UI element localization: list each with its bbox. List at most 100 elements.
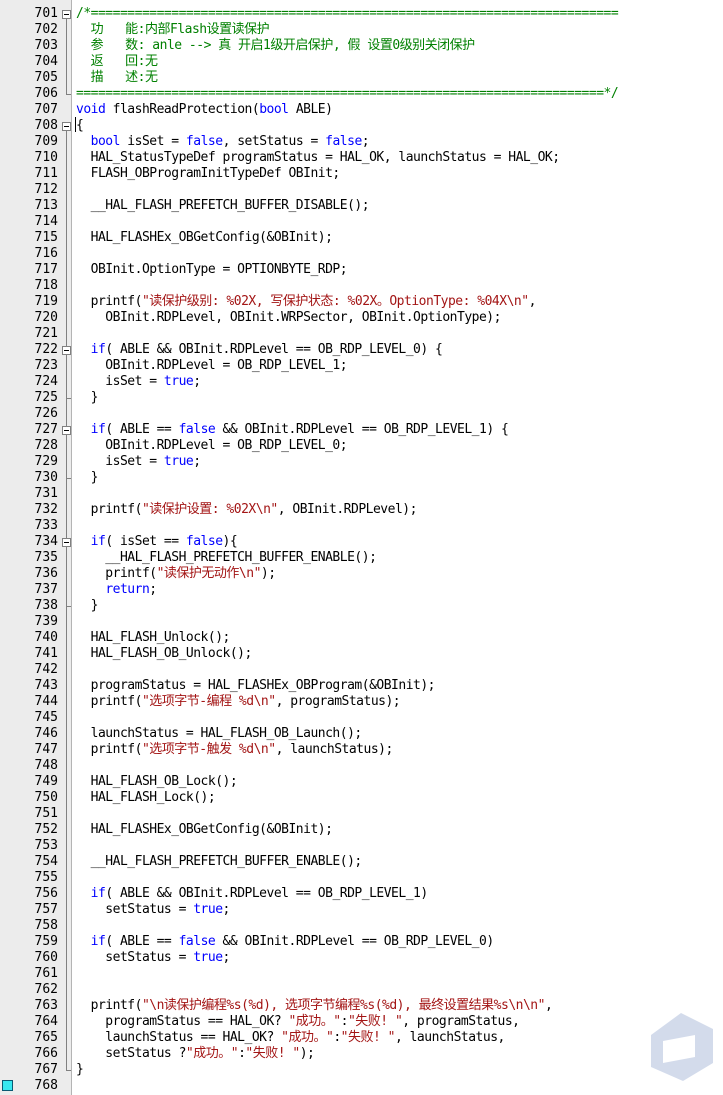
line-number: 733 xyxy=(34,518,58,533)
code-line[interactable]: printf("选项字节-编程 %d\n", programStatus); xyxy=(76,694,401,710)
code-token: ); xyxy=(260,566,276,581)
code-line[interactable]: __HAL_FLASH_PREFETCH_BUFFER_DISABLE(); xyxy=(76,198,370,214)
code-line[interactable]: setStatus = true; xyxy=(76,950,230,966)
code-line[interactable]: printf("读保护设置: %02X\n", OBInit.RDPLevel)… xyxy=(76,502,418,518)
fold-guide-line xyxy=(66,355,67,398)
code-line[interactable]: return; xyxy=(76,582,157,598)
code-line[interactable]: 功 能:内部Flash设置读保护 xyxy=(76,22,270,38)
code-line[interactable]: HAL_StatusTypeDef programStatus = HAL_OK… xyxy=(76,150,560,166)
comment-token: /*======================================… xyxy=(76,6,619,21)
code-line[interactable]: if( ABLE && OBInit.RDPLevel == OB_RDP_LE… xyxy=(76,886,429,902)
line-number: 727 xyxy=(34,422,58,437)
code-line[interactable]: { xyxy=(76,118,84,134)
code-line[interactable]: 返 回:无 xyxy=(76,54,158,70)
line-number: 714 xyxy=(34,214,58,229)
code-token: programStatus = HAL_FLASHEx_OBProgram(&O… xyxy=(76,678,436,693)
code-line[interactable]: } xyxy=(76,390,99,406)
code-line[interactable]: printf("读保护无动作\n"); xyxy=(76,566,276,582)
line-number: 716 xyxy=(34,246,58,261)
fold-toggle-icon[interactable] xyxy=(62,122,71,131)
code-line[interactable]: HAL_FLASH_Unlock(); xyxy=(76,630,231,646)
line-number: 738 xyxy=(34,598,58,613)
code-token: && OBInit.RDPLevel == OB_RDP_LEVEL_1) { xyxy=(215,422,509,437)
code-line[interactable]: void flashReadProtection(bool ABLE) xyxy=(76,102,333,118)
keyword-token: true xyxy=(163,374,194,389)
code-line[interactable]: launchStatus == HAL_OK? "成功。":"失败! ", la… xyxy=(76,1030,505,1046)
code-line[interactable]: ========================================… xyxy=(76,86,619,102)
fold-toggle-icon[interactable] xyxy=(62,538,71,547)
code-line[interactable]: } xyxy=(76,470,99,486)
code-line[interactable]: launchStatus = HAL_FLASH_OB_Launch(); xyxy=(76,726,363,742)
line-number: 723 xyxy=(34,358,58,373)
fold-toggle-icon[interactable] xyxy=(62,10,71,19)
string-token: "读保护无动作\n" xyxy=(156,566,262,581)
bookmark-marker-icon[interactable] xyxy=(2,1080,13,1091)
code-line[interactable]: } xyxy=(76,1062,84,1078)
code-line[interactable]: programStatus = HAL_FLASHEx_OBProgram(&O… xyxy=(76,678,436,694)
code-line[interactable]: OBInit.OptionType = OPTIONBYTE_RDP; xyxy=(76,262,348,278)
string-token: "失败! " xyxy=(340,1030,396,1045)
keyword-token: void xyxy=(76,102,106,117)
code-line[interactable]: 描 述:无 xyxy=(76,70,158,86)
keyword-token: true xyxy=(193,902,223,917)
code-token: HAL_FLASH_Lock(); xyxy=(76,790,216,805)
code-token: , launchStatus, xyxy=(394,1030,505,1045)
code-token: programStatus == HAL_OK? xyxy=(76,1014,289,1029)
code-area[interactable]: /*======================================… xyxy=(72,0,723,1095)
code-token: printf( xyxy=(76,294,143,309)
keyword-token: false xyxy=(185,134,223,149)
keyword-token: bool xyxy=(90,134,121,149)
code-line[interactable]: HAL_FLASH_OB_Unlock(); xyxy=(76,646,253,662)
code-line[interactable]: printf("\n读保护编程%s(%d), 选项字节编程%s(%d), 最终设… xyxy=(76,998,553,1014)
code-token: printf( xyxy=(76,742,143,757)
string-token: "选项字节-编程 %d\n" xyxy=(141,694,276,709)
code-line[interactable]: FLASH_OBProgramInitTypeDef OBInit; xyxy=(76,166,341,182)
line-number: 752 xyxy=(34,822,58,837)
code-line[interactable]: if( isSet == false){ xyxy=(76,534,238,550)
code-line[interactable]: if( ABLE == false && OBInit.RDPLevel == … xyxy=(76,934,495,950)
comment-token: ========================================… xyxy=(76,86,619,101)
fold-toggle-icon[interactable] xyxy=(62,346,71,355)
code-editor[interactable]: 701 702 703 704 705 706 707 708 709 710 711 712 713 7… xyxy=(0,0,723,1095)
code-line[interactable]: HAL_FLASH_OB_Lock(); xyxy=(76,774,238,790)
keyword-token: false xyxy=(178,934,216,949)
keyword-token: false xyxy=(178,422,216,437)
string-token: "成功。" xyxy=(185,1046,239,1061)
code-token: ABLE) xyxy=(288,102,333,117)
code-line[interactable]: OBInit.RDPLevel, OBInit.WRPSector, OBIni… xyxy=(76,310,501,326)
code-line[interactable]: HAL_FLASHEx_OBGetConfig(&OBInit); xyxy=(76,822,333,838)
keyword-token: return xyxy=(105,582,150,597)
code-token: isSet = xyxy=(76,454,164,469)
code-line[interactable]: printf("选项字节-触发 %d\n", launchStatus); xyxy=(76,742,394,758)
code-line[interactable]: __HAL_FLASH_PREFETCH_BUFFER_ENABLE(); xyxy=(76,550,377,566)
code-line[interactable]: bool isSet = false, setStatus = false; xyxy=(76,134,370,150)
code-token: , launchStatus); xyxy=(275,742,394,757)
code-line[interactable]: programStatus == HAL_OK? "成功。":"失败! ", p… xyxy=(76,1014,520,1030)
code-line[interactable]: setStatus = true; xyxy=(76,902,230,918)
code-line[interactable]: HAL_FLASHEx_OBGetConfig(&OBInit); xyxy=(76,230,333,246)
line-number: 707 xyxy=(34,102,58,117)
line-number: 760 xyxy=(34,950,58,965)
code-line[interactable]: 参 数: anle --> 真 开启1级开启保护, 假 设置0级别关闭保护 xyxy=(76,38,476,54)
code-line[interactable]: setStatus ?"成功。":"失败! "); xyxy=(76,1046,315,1062)
code-line[interactable]: } xyxy=(76,598,99,614)
code-line[interactable]: HAL_FLASH_Lock(); xyxy=(76,790,216,806)
line-number: 705 xyxy=(34,70,58,85)
line-number: 751 xyxy=(34,806,58,821)
code-line[interactable]: OBInit.RDPLevel = OB_RDP_LEVEL_0; xyxy=(76,438,347,454)
line-number-gutter[interactable]: 701 702 703 704 705 706 707 708 709 710 711 712 713 7… xyxy=(0,0,60,1095)
code-token: ; xyxy=(193,374,201,389)
code-line[interactable]: isSet = true; xyxy=(76,454,201,470)
code-line[interactable]: __HAL_FLASH_PREFETCH_BUFFER_ENABLE(); xyxy=(76,854,363,870)
line-number: 757 xyxy=(34,902,58,917)
keyword-token: if xyxy=(90,422,106,437)
code-line[interactable]: if( ABLE && OBInit.RDPLevel == OB_RDP_LE… xyxy=(76,342,443,358)
fold-toggle-icon[interactable] xyxy=(62,426,71,435)
code-line[interactable]: printf("读保护级别: %02X, 写保护状态: %02X。OptionT… xyxy=(76,294,537,310)
code-line[interactable]: isSet = true; xyxy=(76,374,201,390)
code-line[interactable]: if( ABLE == false && OBInit.RDPLevel == … xyxy=(76,422,509,438)
line-number: 728 xyxy=(34,438,58,453)
code-line[interactable]: OBInit.RDPLevel = OB_RDP_LEVEL_1; xyxy=(76,358,347,374)
code-line[interactable]: /*======================================… xyxy=(76,6,619,22)
